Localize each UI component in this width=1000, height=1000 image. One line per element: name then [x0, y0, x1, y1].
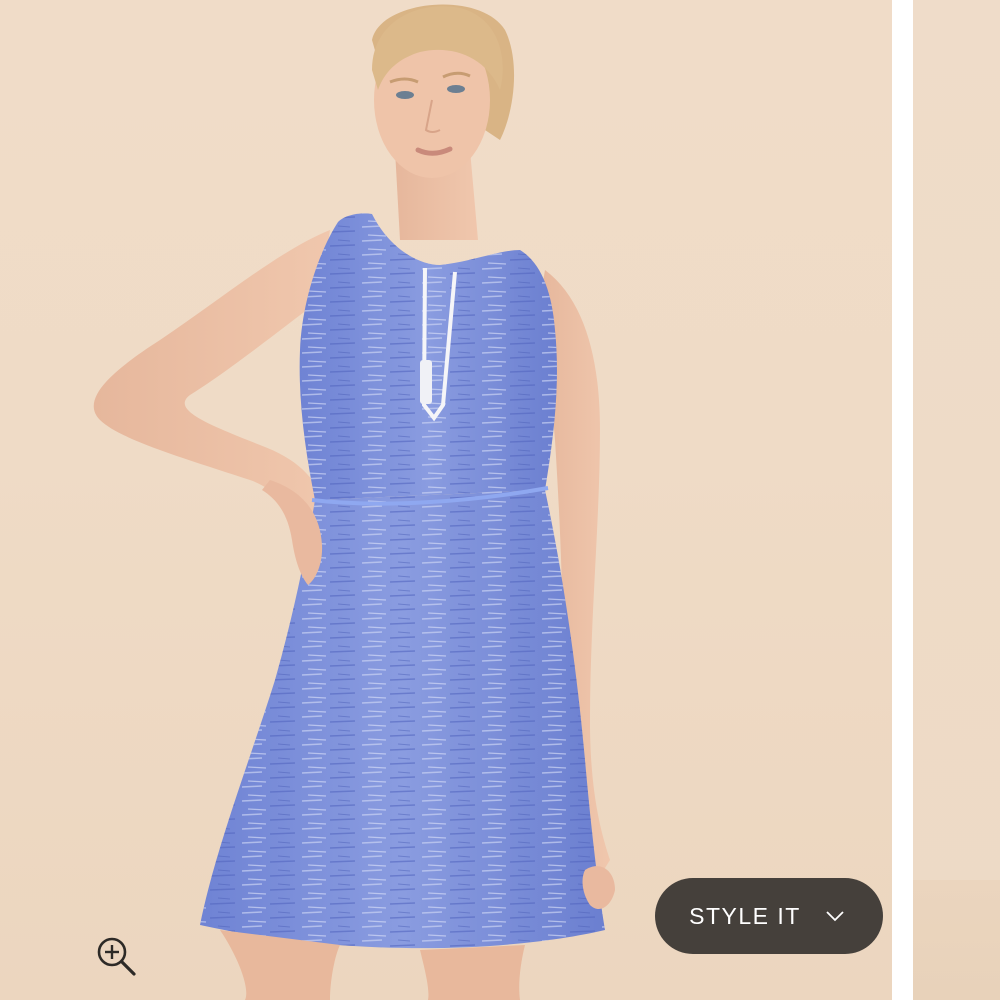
- model-illustration: [93, 4, 615, 1000]
- product-main-image[interactable]: [0, 0, 892, 1000]
- next-image-floor: [913, 880, 1000, 1000]
- zoom-in-icon[interactable]: [94, 934, 138, 978]
- style-it-button[interactable]: STYLE IT: [655, 878, 883, 954]
- product-gallery: STYLE IT: [0, 0, 1000, 1000]
- gallery-gutter: [892, 0, 913, 1000]
- style-it-label: STYLE IT: [689, 902, 801, 929]
- product-next-image[interactable]: [913, 0, 1000, 1000]
- chevron-down-icon: [825, 909, 845, 923]
